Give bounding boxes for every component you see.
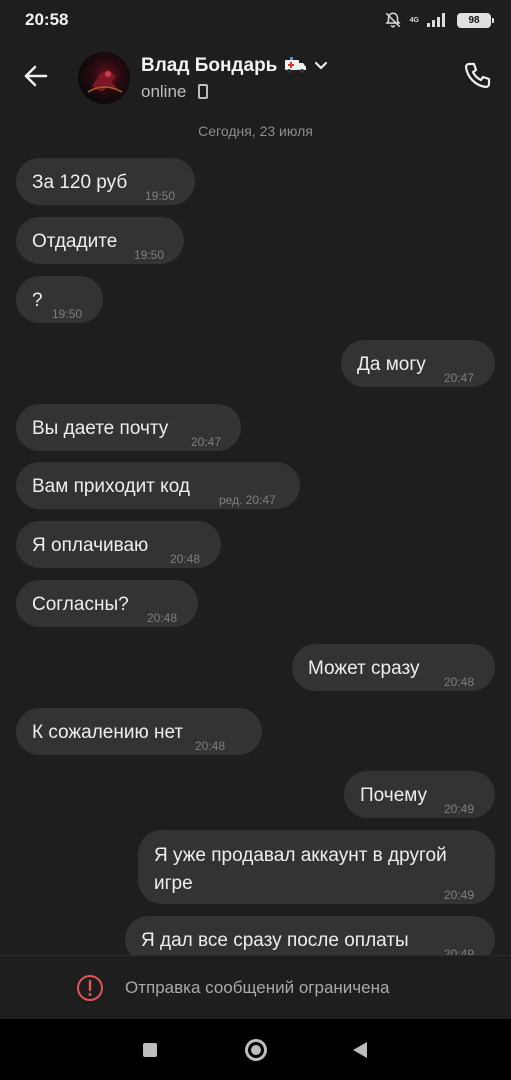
message-incoming[interactable]: Вы даете почту 20:47 [16, 404, 241, 451]
message-list[interactable]: Сегодня, 23 июля За 120 руб 19:50 Отдади… [0, 112, 511, 955]
system-nav-bar [0, 1019, 511, 1080]
message-incoming[interactable]: К сожалению нет 20:48 [16, 708, 262, 755]
message-time: 20:47 [444, 371, 475, 385]
date-separator: Сегодня, 23 июля [198, 123, 313, 139]
signal-icon [427, 13, 445, 27]
chat-header: Влад Бондарь online [0, 40, 511, 112]
home-icon[interactable] [245, 1039, 267, 1061]
battery-icon: 98 [457, 12, 494, 28]
nav-back-icon[interactable] [352, 1041, 368, 1059]
message-time: 19:50 [145, 189, 176, 203]
message-text: Я дал все сразу после оплаты [141, 930, 409, 951]
message-outgoing[interactable]: Да могу 20:47 [341, 340, 495, 387]
message-text: Вам приходит код [32, 476, 190, 497]
status-time: 20:58 [25, 10, 69, 29]
message-text: Вы даете почту [32, 418, 169, 439]
presence-status: online [141, 82, 187, 101]
network-type: 4G [409, 16, 419, 24]
contact-name[interactable]: Влад Бондарь [141, 55, 277, 77]
message-text: За 120 руб [32, 172, 128, 193]
message-text: Согласны? [32, 594, 129, 615]
bell-off-icon [385, 12, 401, 28]
message-outgoing[interactable]: Я дал все сразу после оплаты 20:49 [125, 916, 495, 955]
ambulance-icon [285, 57, 306, 73]
message-time: 20:49 [444, 802, 475, 816]
message-incoming[interactable]: Согласны? 20:48 [16, 580, 198, 627]
message-outgoing[interactable]: Может сразу 20:48 [292, 644, 495, 691]
message-incoming[interactable]: Я оплачиваю 20:48 [16, 521, 221, 568]
recents-icon[interactable] [143, 1043, 157, 1057]
chevron-down-icon[interactable] [314, 61, 328, 71]
message-time: 20:48 [170, 552, 201, 566]
message-incoming[interactable]: Вам приходит код ред. 20:47 [16, 462, 300, 509]
message-text: К сожалению нет [32, 722, 184, 743]
avatar[interactable] [78, 52, 130, 104]
message-text: Может сразу [308, 658, 420, 679]
message-time: 20:49 [444, 888, 475, 902]
message-text: Почему [360, 785, 428, 806]
messaging-restricted-banner: Отправка сообщений ограничена [0, 955, 511, 1019]
message-time: ред. 20:47 [219, 493, 276, 507]
message-text: Я оплачиваю [32, 535, 149, 556]
message-text: Я уже продавал аккаунт в другой игре [154, 845, 447, 894]
message-text: Отдадите [32, 231, 118, 252]
message-time: 20:47 [191, 435, 222, 449]
message-time: 20:48 [147, 611, 178, 625]
restriction-text: Отправка сообщений ограничена [125, 978, 390, 997]
message-incoming[interactable]: Отдадите 19:50 [16, 217, 184, 264]
message-text: Да могу [357, 354, 426, 375]
message-time: 19:50 [134, 248, 165, 262]
phone-call-icon[interactable] [461, 60, 493, 92]
message-time: 20:48 [195, 739, 226, 753]
status-bar: 20:58 4G 98 [0, 0, 511, 40]
message-incoming[interactable]: За 120 руб 19:50 [16, 158, 195, 205]
mobile-device-icon [198, 84, 208, 99]
message-time: 20:48 [444, 675, 475, 689]
back-arrow-icon[interactable] [22, 62, 50, 90]
message-time: 19:50 [52, 307, 83, 321]
alert-circle-icon [77, 975, 103, 1001]
message-outgoing[interactable]: Почему 20:49 [344, 771, 495, 818]
message-time: 20:49 [444, 947, 475, 955]
message-outgoing[interactable]: Я уже продавал аккаунт в другой игре 20:… [138, 830, 495, 904]
message-incoming[interactable]: ? 19:50 [16, 276, 103, 323]
message-text: ? [32, 290, 43, 311]
status-icons: 4G 98 [384, 11, 494, 29]
